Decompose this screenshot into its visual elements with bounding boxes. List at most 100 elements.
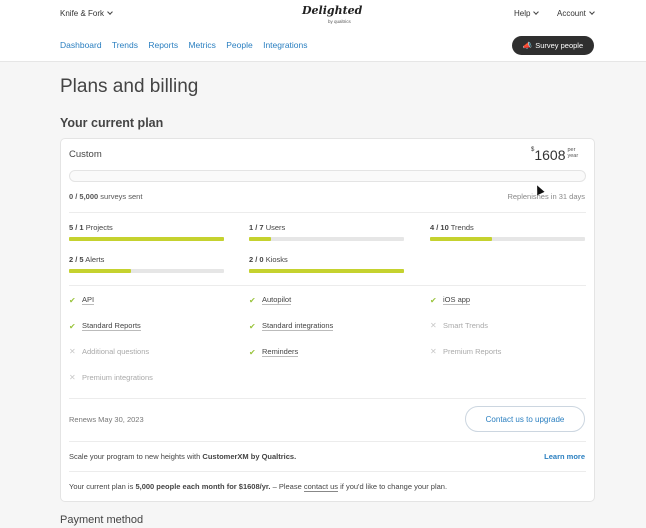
price-year: year [567,153,579,159]
divider [69,441,586,442]
replenish-text: Replenishes in 31 days [507,192,585,201]
feature-label[interactable]: Reminders [262,347,299,357]
account-selector-label: Knife & Fork [60,9,105,18]
metric-alerts: 2 / 5 Alerts [69,255,104,264]
feature-label[interactable]: Standard Reports [82,321,141,331]
metric-fill [430,237,492,241]
surveys-label: surveys sent [100,192,143,201]
plan-name: Custom [69,149,102,160]
surveys-usage-bar [69,170,586,182]
metric-fill [69,269,131,273]
payment-method-heading: Payment method [60,514,144,526]
divider [69,212,586,213]
upsell-bold: CustomerXM by Qualtrics. [202,452,297,461]
metric-used: 5 / 1 [69,223,84,232]
note-plan: 5,000 people each month for $1608/yr. [135,482,271,491]
check-icon: ✔ [249,295,256,305]
surveys-used: 0 / 5,000 [69,192,99,201]
check-icon: ✔ [69,321,76,331]
check-icon: ✔ [69,295,76,305]
nav-reports[interactable]: Reports [148,40,178,50]
chevron-down-icon [589,9,595,15]
metric-fill [69,237,224,241]
learn-more-link[interactable]: Learn more [544,452,585,461]
price-period: per year [568,147,579,159]
metric-used: 4 / 10 [430,223,449,232]
nav-trends[interactable]: Trends [112,40,138,50]
feature-label[interactable]: iOS app [443,295,471,305]
x-icon: ✕ [69,347,76,356]
feature-reminders: ✔ Reminders [249,347,299,357]
plan-card: Custom $1608 per year 0 / 5,000 surveys se… [60,138,595,502]
logo[interactable]: Delighted by qualtrics [302,4,362,26]
x-icon: ✕ [430,347,437,356]
chevron-down-icon [107,9,113,15]
x-icon: ✕ [69,373,76,382]
metric-projects: 5 / 1 Projects [69,223,113,232]
megaphone-icon: 📣 [522,41,533,50]
metric-bar-projects [69,237,224,241]
page-title: Plans and billing [60,76,199,97]
feature-label: Additional questions [82,347,150,356]
metric-fill [249,269,404,273]
feature-label[interactable]: API [82,295,95,305]
metric-bar-users [249,237,404,241]
divider [69,398,586,399]
nav-people[interactable]: People [226,40,252,50]
metric-used: 2 / 5 [69,255,84,264]
note-post: if you'd like to change your plan. [338,482,448,491]
check-icon: ✔ [249,347,256,357]
account-menu[interactable]: Account [557,9,595,18]
feature-ios-app: ✔ iOS app [430,295,471,305]
metric-kiosks: 2 / 0 Kiosks [249,255,288,264]
nav-metrics[interactable]: Metrics [188,40,215,50]
feature-standard-reports: ✔ Standard Reports [69,321,141,331]
logo-sub: by qualtrics [328,19,351,24]
price-amount: 1608 [534,147,566,163]
metric-label: Trends [450,223,474,232]
upsell-pre: Scale your program to new heights with [69,452,203,461]
metric-used: 1 / 7 [249,223,264,232]
survey-people-label: Survey people [535,41,584,50]
contact-us-link[interactable]: contact us [303,482,339,492]
metric-label: Projects [85,223,113,232]
feature-label[interactable]: Standard integrations [262,321,334,331]
feature-standard-integrations: ✔ Standard integrations [249,321,334,331]
help-menu[interactable]: Help [514,9,540,18]
contact-upgrade-button[interactable]: Contact us to upgrade [465,406,585,432]
survey-people-button[interactable]: 📣 Survey people [512,36,594,55]
metric-bar-alerts [69,269,224,273]
metric-bar-kiosks [249,269,404,273]
metric-fill [249,237,271,241]
feature-additional-questions: ✕ Additional questions [69,347,149,356]
feature-api: ✔ API [69,295,95,305]
surveys-usage-text: 0 / 5,000 surveys sent [69,192,142,201]
chevron-down-icon [533,9,540,15]
feature-premium-reports: ✕ Premium Reports [430,347,501,356]
divider [69,285,586,286]
feature-premium-integrations: ✕ Premium integrations [69,373,153,382]
upsell-text: Scale your program to new heights with C… [69,452,296,461]
main-nav: Dashboard Trends Reports Metrics People … [60,40,316,50]
feature-label[interactable]: Autopilot [262,295,292,305]
feature-label: Premium Reports [443,347,502,356]
plan-footer-note: Your current plan is 5,000 people each m… [69,482,448,492]
nav-integrations[interactable]: Integrations [263,40,307,50]
check-icon: ✔ [430,295,437,305]
feature-autopilot: ✔ Autopilot [249,295,292,305]
metric-trends: 4 / 10 Trends [430,223,474,232]
nav-dashboard[interactable]: Dashboard [60,40,102,50]
logo-text: Delighted [302,4,363,17]
x-icon: ✕ [430,321,437,330]
help-label: Help [514,9,531,18]
divider [69,471,586,472]
metric-users: 1 / 7 Users [249,223,285,232]
plan-price: $1608 per year [531,147,578,165]
feature-smart-trends: ✕ Smart Trends [430,321,488,330]
top-bar: Knife & Fork Delighted by qualtrics Help… [0,0,646,62]
note-mid: – Please [270,482,304,491]
metric-label: Users [265,223,286,232]
metric-used: 2 / 0 [249,255,264,264]
account-selector[interactable]: Knife & Fork [60,9,113,18]
note-pre: Your current plan is [69,482,136,491]
